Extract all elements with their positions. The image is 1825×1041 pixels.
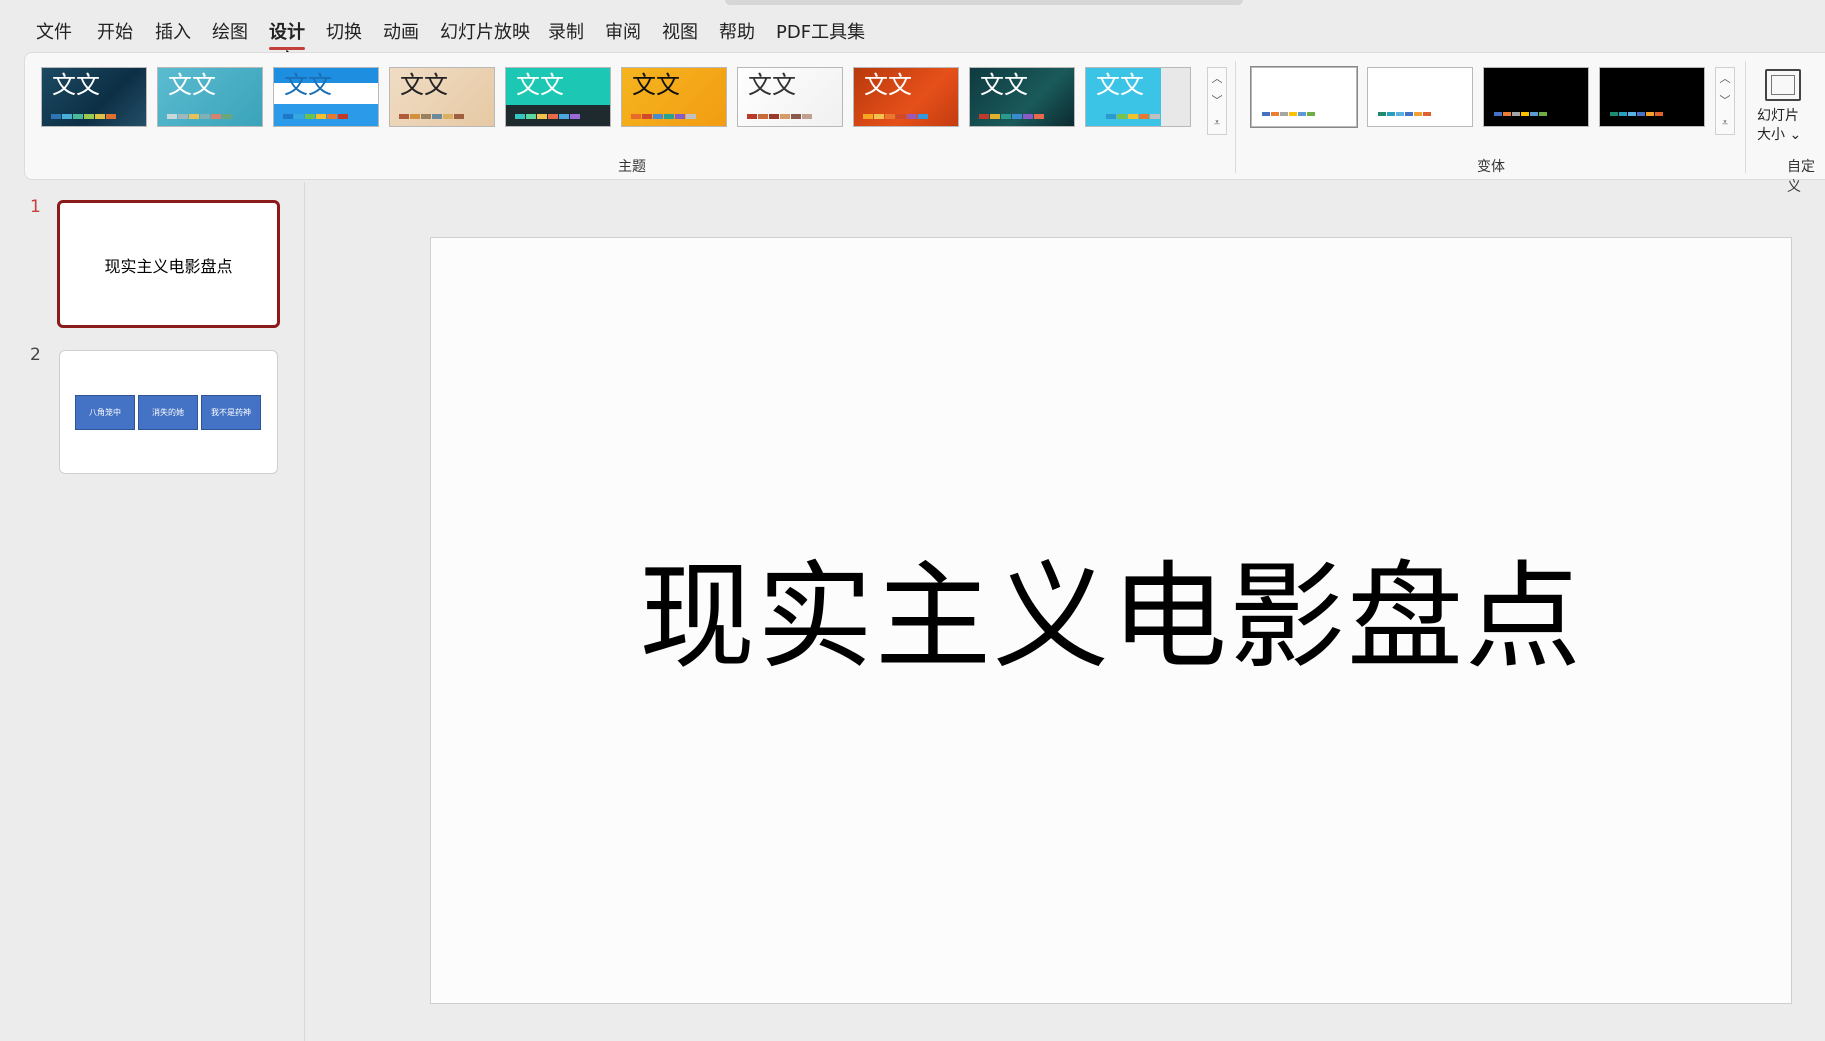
variant-color-swatches [1378, 112, 1432, 116]
theme-gallery-scroll: ︿ ﹀ ⩡ [1207, 67, 1227, 135]
theme-color-swatches [631, 114, 697, 119]
variant-color-swatches [1262, 112, 1316, 116]
theme-color-swatches [979, 114, 1045, 119]
theme-color-swatches [863, 114, 929, 119]
slide-size-icon [1765, 69, 1801, 101]
theme-gallery: 文文 文文 文文 文文 文文 文文 文文 文文 文文 文文 [41, 67, 1227, 132]
slide-size-label: 幻灯片 [1757, 108, 1799, 124]
tab-pdf-tools[interactable]: PDF工具集 [776, 22, 865, 44]
title-search-strip[interactable] [725, 0, 1243, 5]
variant-color-swatches [1610, 112, 1664, 116]
gallery-down-icon[interactable]: ﹀ [1208, 90, 1226, 112]
tab-review[interactable]: 审阅 [605, 22, 641, 44]
variant-up-icon[interactable]: ︿ [1716, 68, 1734, 90]
variant-thumbnail[interactable] [1367, 67, 1473, 127]
variant-thumbnail[interactable] [1599, 67, 1705, 127]
tab-file[interactable]: 文件 [36, 22, 72, 44]
menu-bar: 文件 开始 插入 绘图 设计 切换 动画 幻灯片放映 录制 审阅 视图 帮助 P… [0, 0, 1825, 71]
tab-home[interactable]: 开始 [97, 22, 133, 44]
theme-thumbnail[interactable]: 文文 [505, 67, 611, 127]
group-divider [1745, 61, 1746, 173]
thumbnail-button: 八角笼中 [75, 395, 135, 430]
variant-thumbnail[interactable] [1483, 67, 1589, 127]
slide-thumbnail-pane: 1 现实主义电影盘点 2 八角笼中 消失的她 我不是药神 [14, 182, 304, 1041]
variant-down-icon[interactable]: ﹀ [1716, 90, 1734, 112]
thumbnail-title: 现实主义电影盘点 [104, 257, 233, 276]
slide-size-button[interactable]: 幻灯片 大小 ⌄ [1757, 63, 1809, 147]
theme-color-swatches [283, 114, 349, 119]
theme-sample-text: 文文 [400, 71, 448, 99]
group-divider [1235, 61, 1236, 173]
ribbon-design: 文文 文文 文文 文文 文文 文文 文文 文文 文文 文文 ︿ ﹀ ⩡ 主题 ︿ ﹀ ⩡ 变体 幻… [24, 52, 1825, 195]
theme-thumbnail[interactable]: 文文 [737, 67, 843, 127]
themes-group-label: 主题 [618, 159, 646, 175]
theme-color-swatches [1095, 114, 1161, 119]
theme-thumbnail[interactable]: 文文 [1085, 67, 1191, 127]
tab-help[interactable]: 帮助 [719, 22, 755, 44]
theme-sample-text: 文文 [980, 71, 1028, 99]
theme-sample-text: 文文 [284, 71, 332, 99]
theme-color-swatches [51, 114, 117, 119]
theme-sample-text: 文文 [52, 71, 100, 99]
gallery-more-icon[interactable]: ⩡ [1208, 112, 1226, 134]
tab-design[interactable]: 设计 [269, 22, 305, 50]
theme-sample-text: 文文 [168, 71, 216, 99]
theme-color-swatches [399, 114, 465, 119]
theme-color-swatches [747, 114, 813, 119]
slide-size-label-2: 大小 ⌄ [1757, 127, 1802, 143]
tab-view[interactable]: 视图 [662, 22, 698, 44]
theme-color-swatches [515, 114, 581, 119]
slide-canvas[interactable]: 现实主义电影盘点 [430, 237, 1792, 1004]
theme-sample-text: 文文 [748, 71, 796, 99]
slide-thumbnail-2[interactable]: 八角笼中 消失的她 我不是药神 [59, 350, 278, 474]
theme-thumbnail[interactable]: 文文 [853, 67, 959, 127]
slide-title[interactable]: 现实主义电影盘点 [431, 548, 1791, 688]
tab-slideshow[interactable]: 幻灯片放映 [440, 22, 530, 44]
tab-draw[interactable]: 绘图 [212, 22, 248, 44]
slide-thumbnail-1[interactable]: 现实主义电影盘点 [57, 200, 280, 328]
tab-record[interactable]: 录制 [548, 22, 584, 44]
variant-gallery-scroll: ︿ ﹀ ⩡ [1715, 67, 1735, 135]
theme-sample-text: 文文 [632, 71, 680, 99]
theme-sample-text: 文文 [1096, 71, 1144, 99]
tab-insert[interactable]: 插入 [155, 22, 191, 44]
theme-thumbnail[interactable]: 文文 [969, 67, 1075, 127]
theme-thumbnail[interactable]: 文文 [41, 67, 147, 127]
gallery-up-icon[interactable]: ︿ [1208, 68, 1226, 90]
theme-thumbnail[interactable]: 文文 [157, 67, 263, 127]
variant-more-icon[interactable]: ⩡ [1716, 112, 1734, 134]
tab-animations[interactable]: 动画 [383, 22, 419, 44]
theme-color-swatches [167, 114, 233, 119]
theme-thumbnail[interactable]: 文文 [389, 67, 495, 127]
customize-group-label: 自定义 [1787, 159, 1815, 195]
tab-transitions[interactable]: 切换 [326, 22, 362, 44]
pane-divider[interactable] [304, 182, 305, 1041]
theme-sample-text: 文文 [864, 71, 912, 99]
variant-thumbnail[interactable] [1250, 66, 1358, 128]
theme-sample-text: 文文 [516, 71, 564, 99]
theme-thumbnail[interactable]: 文文 [273, 67, 379, 127]
thumbnail-button: 消失的她 [138, 395, 198, 430]
theme-thumbnail[interactable]: 文文 [621, 67, 727, 127]
slide-number: 2 [30, 345, 41, 365]
variant-color-swatches [1494, 112, 1548, 116]
slide-number: 1 [30, 197, 41, 217]
thumbnail-button: 我不是药神 [201, 395, 261, 430]
variants-group-label: 变体 [1477, 159, 1505, 175]
